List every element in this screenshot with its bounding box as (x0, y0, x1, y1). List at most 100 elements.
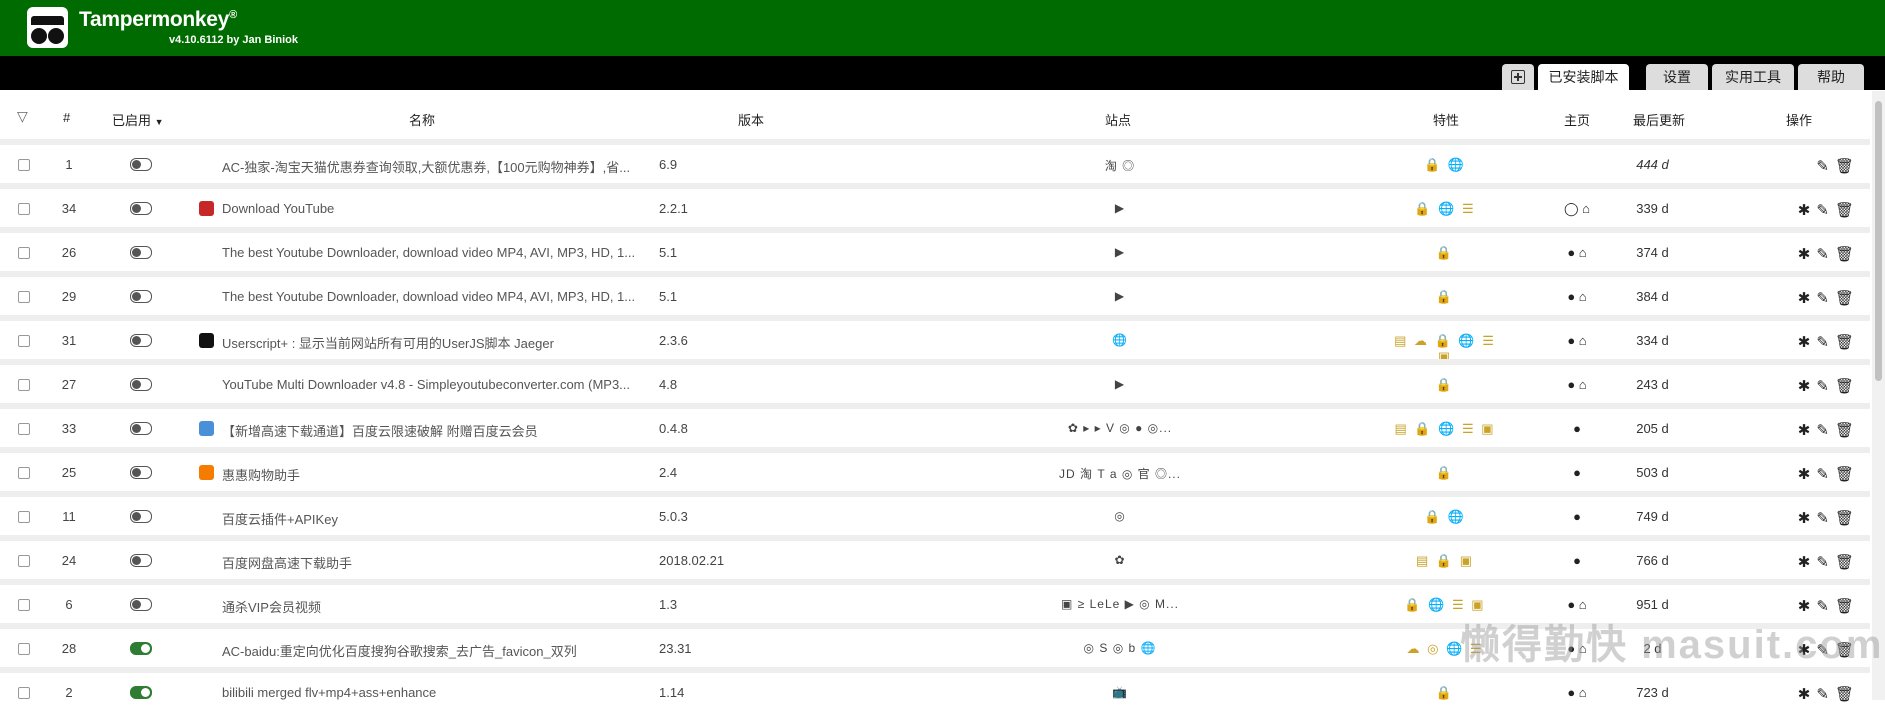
script-name[interactable]: The best Youtube Downloader, download vi… (222, 245, 647, 260)
enable-toggle[interactable] (130, 598, 152, 611)
homepage-icons[interactable]: ● (1553, 421, 1601, 436)
script-name[interactable]: 惠惠购物助手 (222, 465, 647, 484)
bug-icon[interactable]: ✱ (1798, 466, 1817, 483)
last-updated[interactable]: 374 d (1620, 245, 1685, 260)
table-row[interactable]: 1 AC-独家-淘宝天猫优惠券查询领取,大额优惠券,【100元购物神券】,省...… (0, 139, 1870, 183)
edit-icon[interactable]: ✎ (1816, 378, 1835, 395)
enable-toggle[interactable] (130, 554, 152, 567)
last-updated[interactable]: 444 d (1620, 157, 1685, 172)
col-actions[interactable]: 操作 (1786, 110, 1812, 129)
script-name[interactable]: 通杀VIP会员视频 (222, 597, 647, 616)
filter-icon[interactable]: ▽ (17, 108, 28, 125)
tab-installed-scripts[interactable]: 已安装脚本 (1538, 64, 1629, 90)
bug-icon[interactable]: ✱ (1798, 422, 1817, 439)
bug-icon[interactable]: ✱ (1798, 554, 1817, 571)
enable-toggle[interactable] (130, 334, 152, 347)
enable-toggle[interactable] (130, 642, 152, 655)
bug-icon[interactable]: ✱ (1798, 686, 1817, 703)
enable-toggle[interactable] (130, 290, 152, 303)
table-row[interactable]: 11 百度云插件+APIKey 5.0.3 ◎ 🔒 🌐 ● 749 d ✱✎🗑 (0, 491, 1870, 535)
table-row[interactable]: 24 百度网盘高速下载助手 2018.02.21 ✿ ▤ 🔒 ▣ ● 766 d ✱✎🗑 (0, 535, 1870, 579)
new-script-button[interactable] (1502, 64, 1534, 90)
col-version[interactable]: 版本 (738, 110, 764, 129)
tab-help[interactable]: 帮助 (1798, 64, 1864, 90)
scrollbar[interactable] (1872, 91, 1885, 700)
table-row[interactable]: 2 bilibili merged flv+mp4+ass+enhance 1.14… (0, 667, 1870, 711)
row-checkbox[interactable] (18, 467, 30, 479)
table-row[interactable]: 31 Userscript+ : 显示当前网站所有可用的UserJS脚本 Jaeg… (0, 315, 1870, 364)
bug-icon[interactable]: ✱ (1798, 334, 1817, 351)
trash-icon[interactable]: 🗑 (1835, 158, 1860, 175)
bug-icon[interactable]: ✱ (1798, 202, 1817, 219)
last-updated[interactable]: 503 d (1620, 465, 1685, 480)
row-checkbox[interactable] (18, 159, 30, 171)
script-name[interactable]: The best Youtube Downloader, download vi… (222, 289, 647, 304)
trash-icon[interactable]: 🗑 (1835, 554, 1860, 571)
table-row[interactable]: 33 【新增高速下载通道】百度云限速破解 附赠百度云会员 0.4.8 ✿ ▸ ▸ V … (0, 403, 1870, 447)
enable-toggle[interactable] (130, 246, 152, 259)
enable-toggle[interactable] (130, 422, 152, 435)
script-name[interactable]: YouTube Multi Downloader v4.8 - Simpleyo… (222, 377, 647, 392)
trash-icon[interactable]: 🗑 (1835, 290, 1860, 307)
table-row[interactable]: 29 The best Youtube Downloader, download … (0, 271, 1870, 315)
edit-icon[interactable]: ✎ (1816, 510, 1835, 527)
trash-icon[interactable]: 🗑 (1835, 422, 1860, 439)
edit-icon[interactable]: ✎ (1816, 466, 1835, 483)
script-name[interactable]: 百度网盘高速下载助手 (222, 553, 647, 572)
edit-icon[interactable]: ✎ (1816, 422, 1835, 439)
last-updated[interactable]: 723 d (1620, 685, 1685, 700)
homepage-icons[interactable]: ● (1553, 509, 1601, 524)
edit-icon[interactable]: ✎ (1816, 334, 1835, 351)
homepage-icons[interactable]: ◯ ⌂ (1553, 201, 1601, 217)
script-name[interactable]: bilibili merged flv+mp4+ass+enhance (222, 685, 647, 700)
col-features[interactable]: 特性 (1433, 110, 1459, 129)
edit-icon[interactable]: ✎ (1816, 290, 1835, 307)
trash-icon[interactable]: 🗑 (1835, 246, 1860, 263)
tab-utilities[interactable]: 实用工具 (1712, 64, 1794, 90)
trash-icon[interactable]: 🗑 (1835, 378, 1860, 395)
row-checkbox[interactable] (18, 203, 30, 215)
script-name[interactable]: 【新增高速下载通道】百度云限速破解 附赠百度云会员 (222, 421, 647, 440)
bug-icon[interactable]: ✱ (1798, 246, 1817, 263)
row-checkbox[interactable] (18, 599, 30, 611)
script-name[interactable]: AC-独家-淘宝天猫优惠券查询领取,大额优惠券,【100元购物神券】,省... (222, 157, 647, 176)
homepage-icons[interactable]: ● ⌂ (1553, 685, 1601, 700)
row-checkbox[interactable] (18, 555, 30, 567)
last-updated[interactable]: 205 d (1620, 421, 1685, 436)
row-checkbox[interactable] (18, 643, 30, 655)
enable-toggle[interactable] (130, 510, 152, 523)
trash-icon[interactable]: 🗑 (1835, 686, 1860, 703)
row-checkbox[interactable] (18, 687, 30, 699)
table-row[interactable]: 34 Download YouTube 2.2.1 ▶ 🔒 🌐 ☰ ◯ ⌂ 339 d ✱✎🗑 (0, 183, 1870, 227)
enable-toggle[interactable] (130, 158, 152, 171)
homepage-icons[interactable]: ● ⌂ (1553, 597, 1601, 612)
row-checkbox[interactable] (18, 511, 30, 523)
enable-toggle[interactable] (130, 686, 152, 699)
script-name[interactable]: AC-baidu:重定向优化百度搜狗谷歌搜索_去广告_favicon_双列 (222, 641, 647, 660)
col-sites[interactable]: 站点 (1105, 110, 1131, 129)
row-checkbox[interactable] (18, 379, 30, 391)
last-updated[interactable]: 749 d (1620, 509, 1685, 524)
bug-icon[interactable]: ✱ (1798, 290, 1817, 307)
last-updated[interactable]: 334 d (1620, 333, 1685, 348)
col-num[interactable]: # (63, 110, 70, 125)
col-updated[interactable]: 最后更新 (1633, 110, 1685, 129)
last-updated[interactable]: 951 d (1620, 597, 1685, 612)
row-checkbox[interactable] (18, 291, 30, 303)
edit-icon[interactable]: ✎ (1816, 554, 1835, 571)
last-updated[interactable]: 243 d (1620, 377, 1685, 392)
row-checkbox[interactable] (18, 335, 30, 347)
edit-icon[interactable]: ✎ (1816, 202, 1835, 219)
last-updated[interactable]: 339 d (1620, 201, 1685, 216)
last-updated[interactable]: 766 d (1620, 553, 1685, 568)
homepage-icons[interactable]: ● ⌂ (1553, 289, 1601, 304)
bug-icon[interactable]: ✱ (1798, 510, 1817, 527)
table-row[interactable]: 26 The best Youtube Downloader, download … (0, 227, 1870, 271)
trash-icon[interactable]: 🗑 (1835, 510, 1860, 527)
row-checkbox[interactable] (18, 247, 30, 259)
col-enabled[interactable]: 已启用 ▼ (112, 110, 164, 129)
script-name[interactable]: Userscript+ : 显示当前网站所有可用的UserJS脚本 Jaeger (222, 333, 647, 352)
edit-icon[interactable]: ✎ (1816, 686, 1835, 703)
trash-icon[interactable]: 🗑 (1835, 334, 1860, 351)
col-homepage[interactable]: 主页 (1564, 110, 1590, 129)
